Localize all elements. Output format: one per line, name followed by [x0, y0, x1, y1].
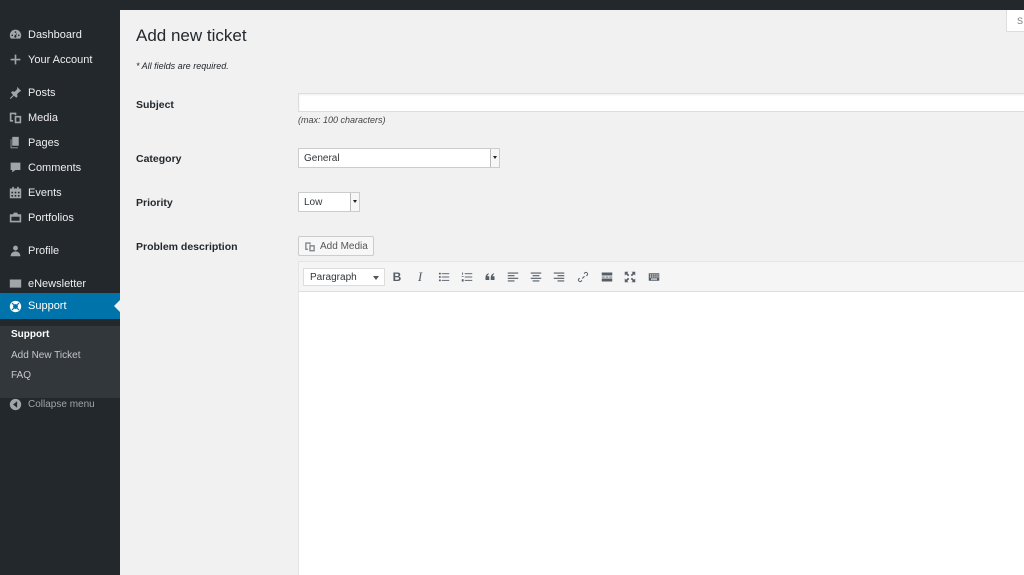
align-right-icon	[553, 272, 565, 282]
sidebar-item-posts[interactable]: Posts	[0, 80, 120, 105]
priority-selected-value: Low	[304, 197, 323, 208]
read-more-icon	[601, 272, 613, 282]
priority-select[interactable]: Low	[298, 192, 360, 212]
category-select[interactable]: General	[298, 148, 500, 168]
sidebar-item-pages[interactable]: Pages	[0, 130, 120, 155]
dashboard-icon	[0, 28, 28, 41]
rich-text-editor: Paragraph B I	[298, 261, 1024, 575]
sidebar-item-support[interactable]: Support	[0, 293, 120, 319]
paragraph-format-select[interactable]: Paragraph	[303, 268, 385, 286]
submenu-item-faq[interactable]: FAQ	[11, 370, 31, 381]
sidebar-item-label: Your Account	[28, 53, 93, 66]
bulleted-list-icon	[438, 272, 450, 282]
sidebar-item-label: Media	[28, 111, 58, 124]
numbered-list-icon	[461, 272, 473, 282]
sidebar-item-dashboard[interactable]: Dashboard	[0, 22, 120, 47]
sidebar-item-label: Events	[28, 186, 62, 199]
sidebar-item-label: Comments	[28, 161, 82, 174]
subject-hint: (max: 100 characters)	[298, 115, 386, 125]
blockquote-icon	[485, 273, 495, 280]
media-icon	[0, 111, 28, 124]
portfolio-icon	[0, 211, 28, 224]
sidebar-item-profile[interactable]: Profile	[0, 238, 120, 263]
subject-label: Subject	[136, 99, 174, 111]
required-fields-note: * All fields are required.	[136, 61, 229, 71]
fullscreen-icon	[624, 271, 636, 283]
envelope-icon	[0, 277, 28, 290]
sidebar-item-label: eNewsletter	[28, 277, 87, 290]
editor-toolbar: Paragraph B I	[299, 262, 1024, 292]
subject-input[interactable]	[298, 93, 1024, 112]
submenu-item-support[interactable]: Support	[11, 329, 49, 340]
collapse-menu-label: Collapse menu	[28, 399, 95, 410]
calendar-icon	[0, 186, 28, 199]
plus-icon	[0, 53, 28, 66]
sidebar-item-label: Pages	[28, 136, 60, 149]
page-title: Add new ticket	[136, 26, 247, 45]
sidebar-item-label: Support	[28, 300, 67, 312]
bold-icon: B	[392, 270, 402, 284]
lifebuoy-icon	[0, 300, 28, 313]
editor-content-area[interactable]	[299, 293, 1024, 575]
align-center-button[interactable]	[528, 269, 544, 285]
add-media-label: Add Media	[320, 240, 368, 252]
pages-icon	[0, 136, 28, 149]
sidebar-item-label: Dashboard	[28, 28, 82, 41]
sidebar-item-events[interactable]: Events	[0, 180, 120, 205]
collapse-arrow-icon	[0, 398, 28, 411]
sidebar-item-portfolios[interactable]: Portfolios	[0, 205, 120, 230]
bulleted-list-button[interactable]	[436, 269, 452, 285]
pin-icon	[0, 86, 28, 99]
user-icon	[0, 244, 28, 257]
italic-button[interactable]: I	[412, 269, 428, 285]
align-left-icon	[507, 272, 519, 282]
italic-icon: I	[417, 269, 423, 284]
comment-icon	[0, 161, 28, 174]
screen-options-tab[interactable]: S	[1006, 10, 1024, 32]
collapse-menu-button[interactable]: Collapse menu	[0, 392, 120, 417]
align-left-button[interactable]	[505, 269, 521, 285]
support-submenu: Support Add New Ticket FAQ	[0, 326, 120, 398]
category-label: Category	[136, 153, 182, 165]
format-selected-value: Paragraph	[310, 272, 357, 283]
insert-link-button[interactable]	[575, 269, 591, 285]
align-right-button[interactable]	[551, 269, 567, 285]
add-media-icon	[305, 241, 315, 251]
align-center-icon	[530, 272, 542, 282]
numbered-list-button[interactable]	[459, 269, 475, 285]
sidebar-item-label: Profile	[28, 244, 60, 257]
sidebar-item-media[interactable]: Media	[0, 105, 120, 130]
submenu-item-add-new-ticket[interactable]: Add New Ticket	[11, 350, 80, 361]
sidebar-item-label: Portfolios	[28, 211, 74, 224]
admin-sidebar: Dashboard Your Account Posts Media Pages…	[0, 10, 120, 575]
link-icon	[577, 271, 589, 283]
main-content: S Add new ticket * All fields are requir…	[120, 10, 1024, 575]
keyboard-icon	[648, 273, 660, 281]
blockquote-button[interactable]	[482, 269, 498, 285]
toolbar-toggle-button[interactable]	[646, 269, 662, 285]
bold-button[interactable]: B	[389, 269, 405, 285]
read-more-button[interactable]	[599, 269, 615, 285]
add-media-button[interactable]: Add Media	[298, 236, 374, 256]
priority-label: Priority	[136, 197, 173, 209]
dropdown-arrow-icon	[490, 149, 499, 167]
admin-bar	[0, 0, 1024, 10]
sidebar-item-your-account[interactable]: Your Account	[0, 47, 120, 72]
fullscreen-button[interactable]	[622, 269, 638, 285]
category-selected-value: General	[304, 153, 340, 164]
dropdown-arrow-icon	[350, 193, 359, 211]
sidebar-item-label: Posts	[28, 86, 56, 99]
problem-description-label: Problem description	[136, 241, 238, 253]
sidebar-item-comments[interactable]: Comments	[0, 155, 120, 180]
